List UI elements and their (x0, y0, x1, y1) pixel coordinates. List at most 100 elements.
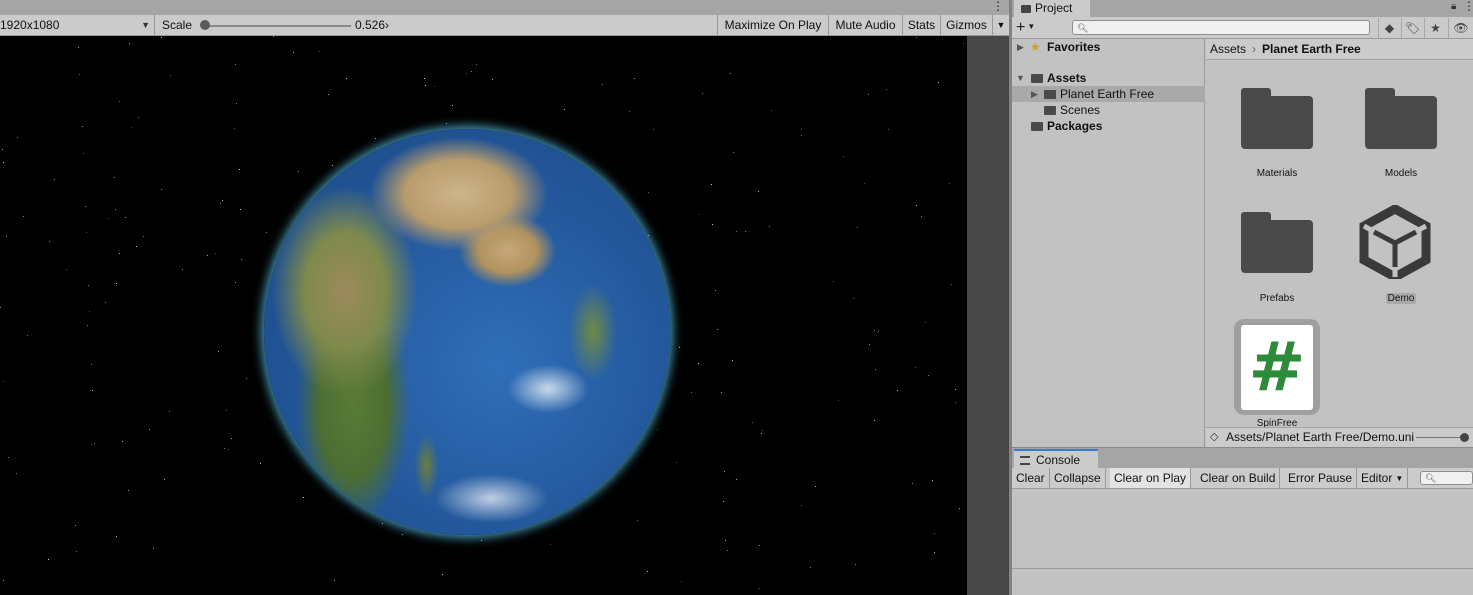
selected-asset-path: Assets/Planet Earth Free/Demo.unity (1226, 430, 1414, 444)
star (602, 84, 603, 85)
star (128, 490, 129, 491)
star (86, 232, 87, 233)
star (169, 411, 170, 412)
star (235, 282, 236, 283)
star (164, 479, 165, 480)
hidden-packages-icon[interactable]: 👁︎ (1448, 18, 1473, 38)
clear-on-play-toggle[interactable]: Clear on Play (1110, 468, 1192, 488)
star (260, 463, 261, 464)
project-menu-icon[interactable]: ⋮ (1463, 0, 1473, 14)
star (8, 457, 9, 458)
clear-button[interactable]: Clear (1012, 468, 1050, 488)
collapse-toggle[interactable]: Collapse (1050, 468, 1106, 488)
star (402, 534, 403, 535)
game-viewport[interactable] (0, 36, 967, 595)
unity-scene-icon[interactable] (1358, 205, 1432, 279)
star (382, 523, 383, 524)
star (452, 105, 453, 106)
clear-on-build-toggle[interactable]: Clear on Build (1196, 468, 1281, 488)
star (721, 392, 722, 393)
favorite-star-icon[interactable]: ★ (1424, 18, 1446, 38)
star (878, 331, 879, 332)
star (375, 138, 376, 139)
stats-toggle[interactable]: Stats (902, 15, 940, 36)
console-search-field[interactable]: 🔍︎ (1420, 471, 1473, 485)
star (346, 78, 347, 79)
tree-item-scenes[interactable]: Scenes (1012, 102, 1205, 118)
game-view-menu-icon[interactable]: ⋮ (992, 0, 1004, 14)
breadcrumb: Assets › Planet Earth Free (1206, 39, 1473, 60)
csharp-script-icon[interactable]: # (1234, 319, 1320, 415)
tab-project[interactable]: Project (1014, 0, 1090, 17)
star (78, 47, 79, 48)
icon-size-slider-handle[interactable] (1460, 433, 1469, 442)
star (16, 473, 17, 474)
tree-item-label: Scenes (1060, 103, 1101, 117)
star (89, 311, 90, 312)
error-pause-toggle[interactable]: Error Pause (1284, 468, 1358, 488)
star (712, 224, 713, 225)
star (679, 347, 680, 348)
scale-slider-track[interactable] (205, 25, 351, 27)
star (691, 392, 692, 393)
resolution-dropdown[interactable]: 1920x1080 ▼ (0, 15, 154, 36)
star (129, 43, 130, 44)
star (466, 73, 467, 74)
project-search-input[interactable] (1087, 21, 1367, 34)
breadcrumb-root[interactable]: Assets (1210, 42, 1246, 56)
star (434, 86, 435, 87)
star (481, 540, 482, 541)
star (698, 363, 699, 364)
tree-item-label: Assets (1047, 71, 1087, 85)
star (136, 246, 137, 247)
star (810, 567, 811, 568)
gizmos-dropdown-icon[interactable]: ▼ (992, 15, 1009, 36)
create-plus-icon[interactable]: + ▼ (1016, 19, 1046, 36)
star (119, 101, 120, 102)
expand-arrow-icon[interactable]: ▶ (1031, 86, 1038, 102)
tab-console[interactable]: Console (1014, 449, 1098, 468)
star (91, 444, 92, 445)
star (869, 344, 870, 345)
collapse-arrow-icon[interactable]: ▼ (1016, 70, 1025, 86)
star (759, 545, 760, 546)
console-log-list[interactable] (1012, 489, 1473, 569)
maximize-on-play-toggle[interactable]: Maximize On Play (717, 15, 828, 36)
folder-icon (1021, 5, 1031, 13)
lock-icon[interactable]: 🔒︎ (1451, 1, 1461, 13)
star (207, 255, 208, 256)
star (564, 109, 565, 110)
gizmos-toggle[interactable]: Gizmos (940, 15, 992, 36)
star (916, 37, 917, 38)
scale-slider-handle[interactable] (200, 20, 210, 30)
star (17, 137, 18, 138)
star (702, 93, 703, 94)
icon-size-slider-track[interactable] (1416, 437, 1466, 438)
star (733, 152, 734, 153)
star (815, 486, 816, 487)
mute-audio-toggle[interactable]: Mute Audio (828, 15, 902, 36)
breadcrumb-current[interactable]: Planet Earth Free (1262, 42, 1361, 56)
star (676, 462, 677, 463)
editor-dropdown[interactable]: Editor ▼ (1357, 468, 1409, 488)
tree-item-planet-earth-free[interactable]: ▶ Planet Earth Free (1012, 86, 1205, 102)
folder-icon (1044, 106, 1056, 115)
folder-icon[interactable] (1365, 88, 1437, 149)
search-by-type-icon[interactable]: ◆ (1378, 18, 1400, 38)
asset-label-demo-text: Demo (1385, 293, 1417, 304)
folder-icon[interactable] (1241, 88, 1313, 149)
folder-icon[interactable] (1241, 212, 1313, 273)
tree-item-favorites[interactable]: ▶ ★ Favorites (1012, 39, 1205, 55)
star (153, 548, 154, 549)
search-by-label-icon[interactable]: 🏷︎ (1401, 18, 1423, 38)
tree-item-assets[interactable]: ▼ Assets (1012, 70, 1205, 86)
asset-label-models: Models (1384, 168, 1418, 179)
tree-item-packages[interactable]: Packages (1012, 118, 1205, 134)
star (875, 369, 876, 370)
star (119, 253, 120, 254)
project-search-field[interactable]: 🔍︎ (1072, 20, 1370, 35)
star (131, 127, 132, 128)
star (328, 94, 329, 95)
expand-arrow-icon[interactable]: ▶ (1017, 39, 1024, 55)
asset-label-demo: Demo (1353, 293, 1449, 304)
